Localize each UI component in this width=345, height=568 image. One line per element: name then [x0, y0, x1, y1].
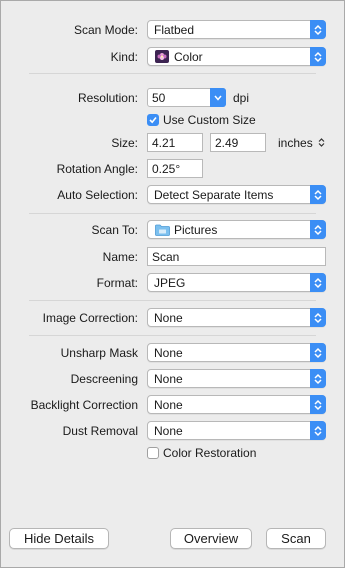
chevron-updown-icon — [310, 47, 326, 66]
rotation-row: Rotation Angle: 0.25° — [1, 159, 344, 179]
scan-to-label: Scan To: — [91, 223, 138, 237]
scanner-settings-panel: Scan Mode: Flatbed Kind: Color Resolutio… — [0, 0, 345, 568]
descreening-value: None — [154, 372, 183, 386]
chevron-updown-icon — [318, 137, 325, 151]
descreening-label: Descreening — [70, 372, 138, 386]
size-width-value: 4.21 — [152, 136, 176, 150]
size-row: Size: 4.21 2.49 inches — [1, 133, 344, 153]
backlight-label: Backlight Correction — [30, 398, 138, 412]
resolution-label: Resolution: — [77, 91, 138, 105]
format-value: JPEG — [154, 276, 186, 290]
hide-details-button[interactable]: Hide Details — [9, 528, 109, 549]
name-row: Name: Scan — [1, 247, 344, 267]
chevron-updown-icon — [310, 185, 326, 204]
backlight-value: None — [154, 398, 183, 412]
image-correction-label: Image Correction: — [42, 311, 138, 325]
dust-removal-value: None — [154, 424, 183, 438]
overview-button[interactable]: Overview — [170, 528, 252, 549]
auto-selection-label: Auto Selection: — [57, 188, 138, 202]
scan-mode-popup[interactable]: Flatbed — [147, 20, 326, 39]
name-label: Name: — [102, 250, 138, 264]
separator — [29, 300, 316, 301]
kind-row: Kind: Color — [1, 47, 344, 67]
unsharp-mask-popup[interactable]: None — [147, 343, 326, 362]
size-unit-popup[interactable]: inches — [278, 136, 325, 151]
dust-removal-label: Dust Removal — [62, 424, 138, 438]
scan-button[interactable]: Scan — [266, 528, 326, 549]
chevron-updown-icon — [310, 220, 326, 239]
descreening-row: Descreening None — [1, 369, 344, 389]
chevron-updown-icon — [310, 421, 326, 440]
rotation-field[interactable]: 0.25° — [147, 159, 203, 178]
custom-size-checkbox[interactable] — [147, 114, 159, 126]
descreening-popup[interactable]: None — [147, 369, 326, 388]
separator — [29, 73, 316, 74]
resolution-combo[interactable]: 50 — [147, 88, 226, 107]
unsharp-mask-row: Unsharp Mask None — [1, 343, 344, 363]
kind-label: Kind: — [110, 50, 138, 64]
format-row: Format: JPEG — [1, 273, 344, 293]
folder-icon — [155, 224, 170, 239]
size-label: Size: — [111, 136, 138, 150]
image-correction-value: None — [154, 311, 183, 325]
chevron-updown-icon — [310, 308, 326, 327]
size-height-value: 2.49 — [215, 136, 239, 150]
chevron-updown-icon — [310, 20, 326, 39]
kind-value: Color — [174, 50, 203, 64]
scan-mode-row: Scan Mode: Flatbed — [1, 20, 344, 40]
dust-removal-row: Dust Removal None — [1, 421, 344, 441]
format-label: Format: — [96, 276, 138, 290]
scan-to-popup[interactable]: Pictures — [147, 220, 326, 239]
unsharp-mask-label: Unsharp Mask — [60, 346, 138, 360]
backlight-popup[interactable]: None — [147, 395, 326, 414]
color-restoration-checkbox[interactable] — [147, 447, 159, 459]
image-correction-popup[interactable]: None — [147, 308, 326, 327]
chevron-updown-icon — [310, 369, 326, 388]
resolution-value: 50 — [152, 91, 166, 105]
size-height-field[interactable]: 2.49 — [210, 133, 266, 152]
format-popup[interactable]: JPEG — [147, 273, 326, 292]
separator — [29, 335, 316, 336]
custom-size-label: Use Custom Size — [163, 113, 256, 127]
color-restoration-row: Color Restoration — [1, 444, 344, 464]
kind-popup[interactable]: Color — [147, 47, 326, 66]
separator — [29, 213, 316, 214]
chevron-updown-icon — [310, 273, 326, 292]
custom-size-row: Use Custom Size — [1, 111, 344, 131]
scan-mode-value: Flatbed — [154, 23, 195, 37]
dust-removal-popup[interactable]: None — [147, 421, 326, 440]
scan-mode-label: Scan Mode: — [73, 23, 138, 37]
chevron-down-icon[interactable] — [210, 88, 226, 107]
image-correction-row: Image Correction: None — [1, 308, 344, 328]
auto-selection-row: Auto Selection: Detect Separate Items — [1, 185, 344, 205]
size-width-field[interactable]: 4.21 — [147, 133, 203, 152]
name-field[interactable]: Scan — [147, 247, 326, 266]
auto-selection-popup[interactable]: Detect Separate Items — [147, 185, 326, 204]
backlight-row: Backlight Correction None — [1, 395, 344, 415]
auto-selection-value: Detect Separate Items — [154, 188, 274, 202]
resolution-row: Resolution: 50 dpi — [1, 88, 344, 108]
resolution-unit: dpi — [233, 91, 250, 105]
chevron-updown-icon — [310, 395, 326, 414]
scan-to-row: Scan To: Pictures — [1, 220, 344, 240]
chevron-updown-icon — [310, 343, 326, 362]
name-value: Scan — [152, 250, 180, 264]
flower-icon — [155, 50, 169, 63]
rotation-value: 0.25° — [152, 162, 181, 176]
scan-to-value: Pictures — [174, 223, 218, 237]
unsharp-mask-value: None — [154, 346, 183, 360]
size-unit-value: inches — [278, 136, 313, 150]
color-restoration-label: Color Restoration — [163, 446, 257, 460]
rotation-label: Rotation Angle: — [56, 162, 138, 176]
